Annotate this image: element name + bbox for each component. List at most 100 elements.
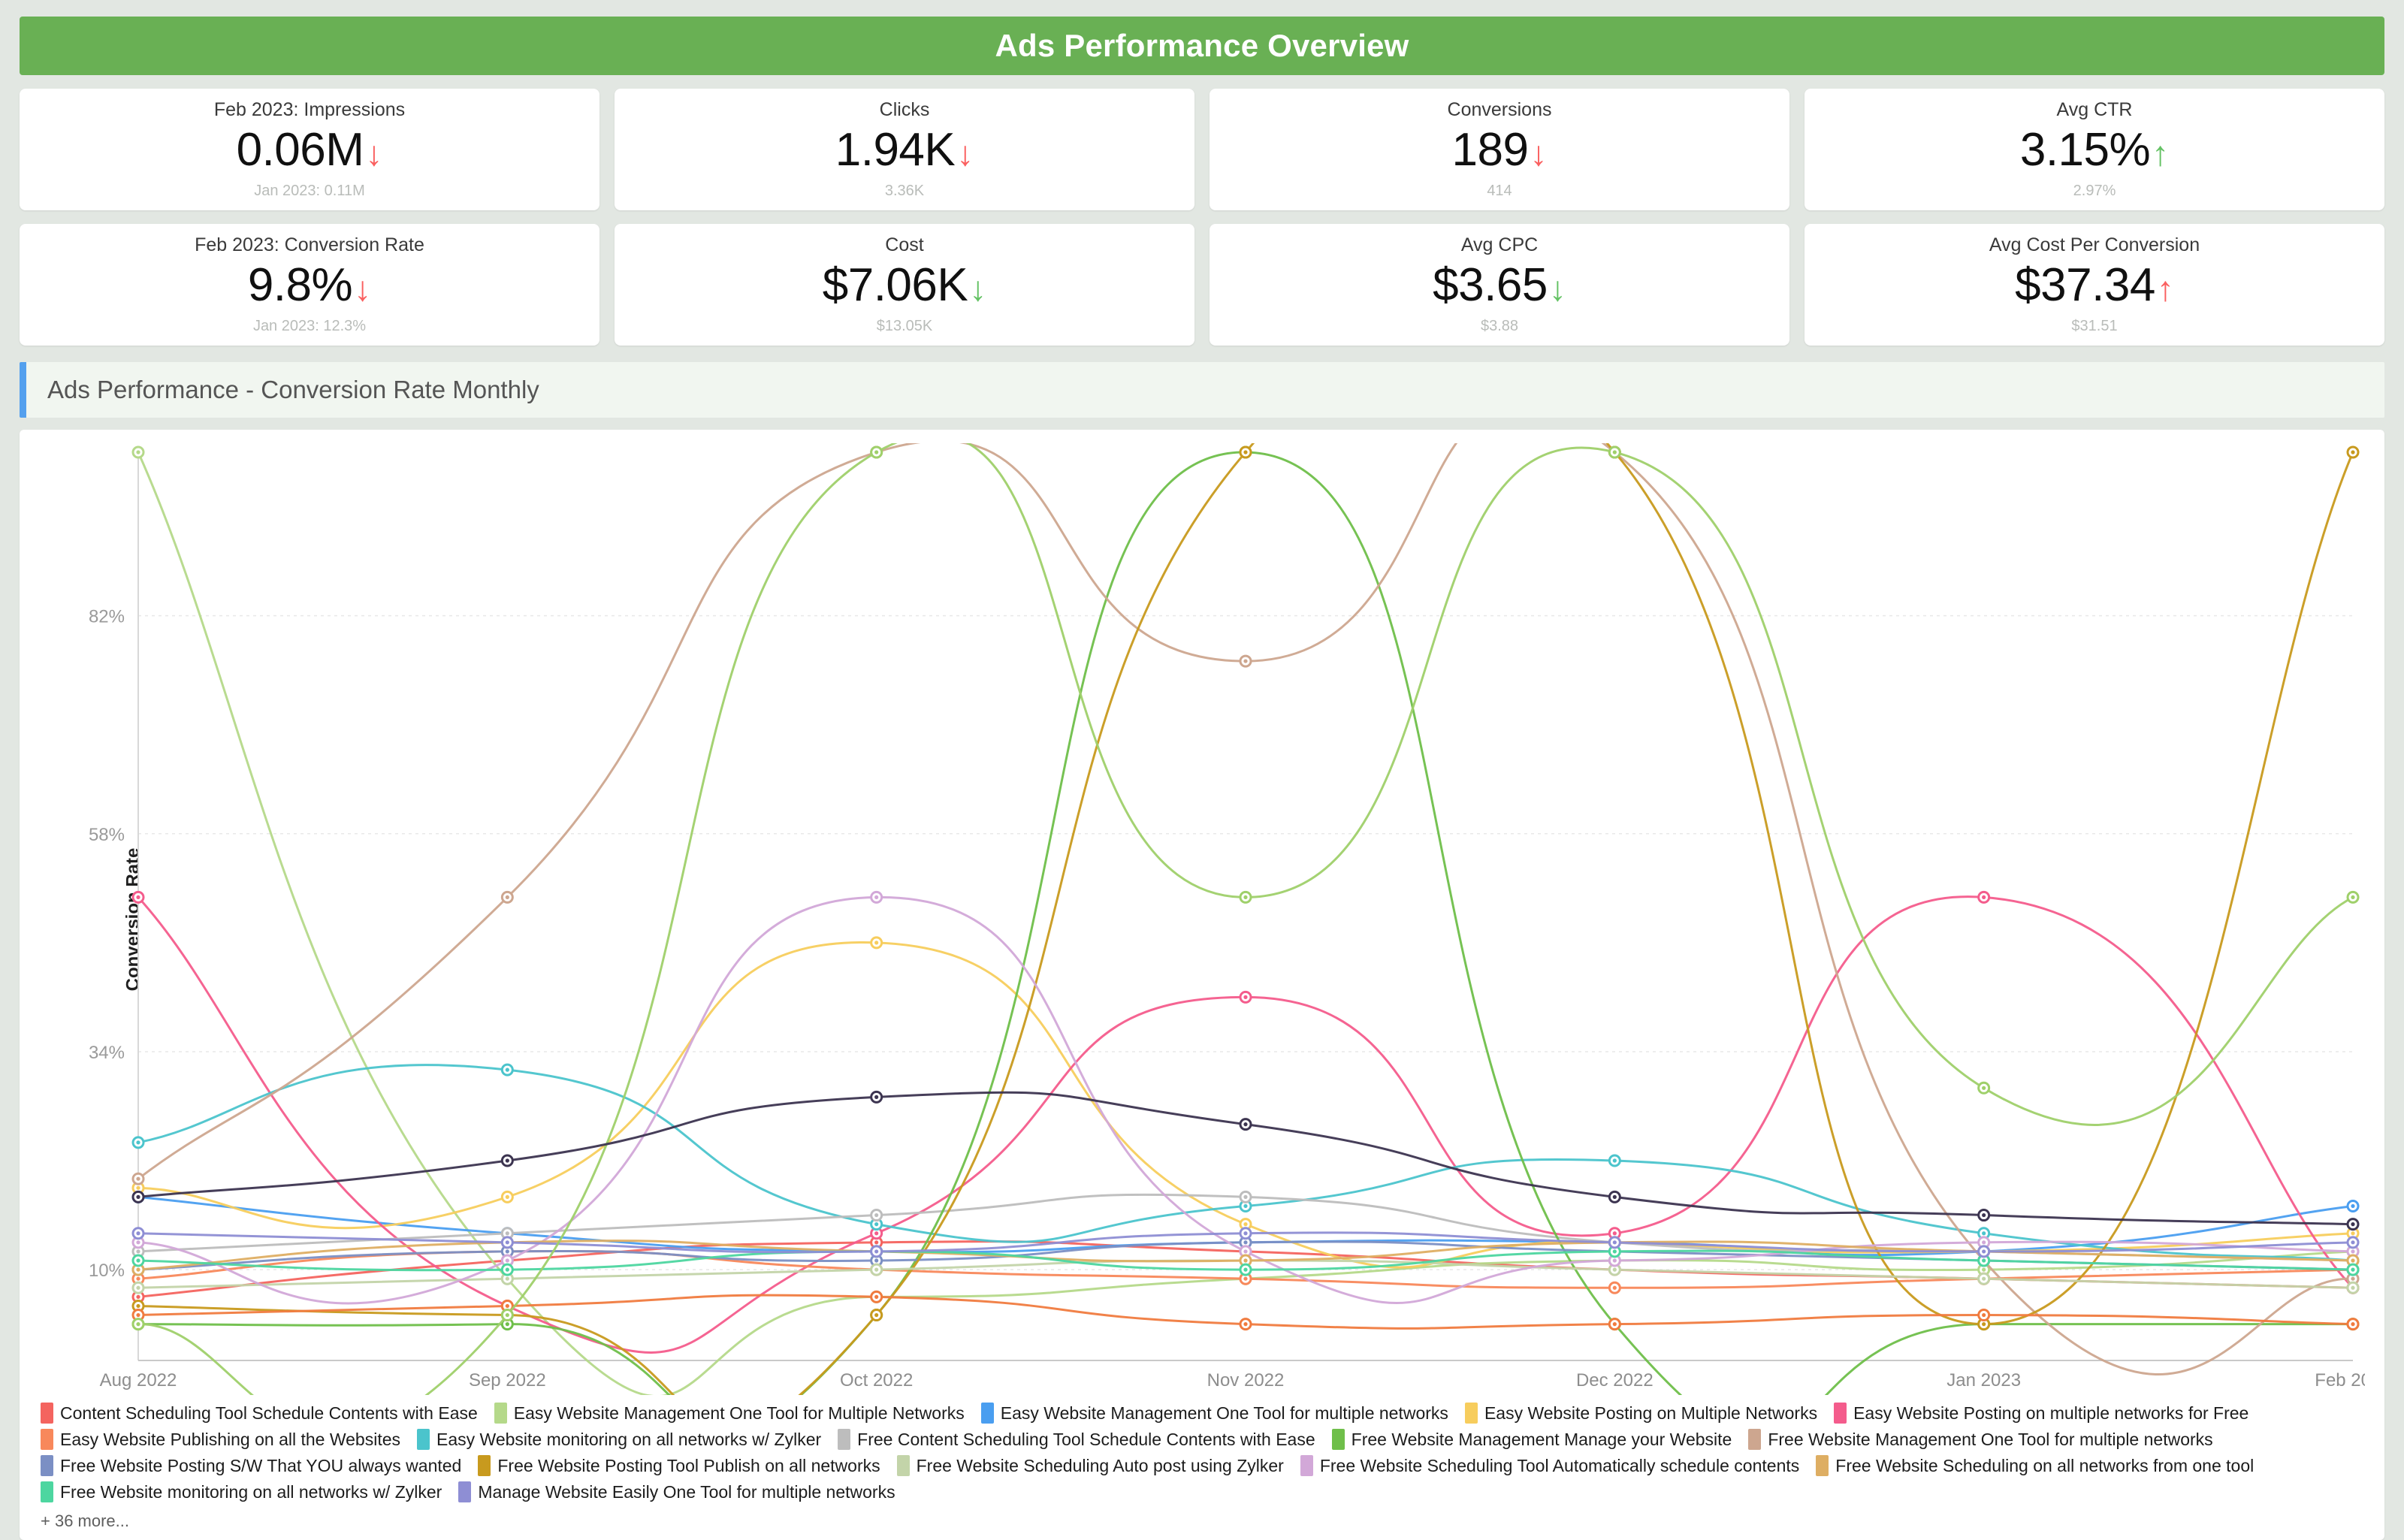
legend-item[interactable]: Free Website Management One Tool for mul… (1748, 1429, 2213, 1450)
trend-arrow-up-icon: ↑ (2156, 269, 2174, 308)
kpi-card[interactable]: Avg Cost Per Conversion $37.34 ↑ $31.51 (1805, 224, 2384, 346)
kpi-label: Avg Cost Per Conversion (1989, 234, 2200, 256)
trend-arrow-down-icon: ↓ (969, 269, 987, 308)
legend-color-swatch (41, 1481, 53, 1502)
dashboard-root: Ads Performance Overview Feb 2023: Impre… (0, 0, 2404, 1540)
kpi-value-row: $37.34 ↑ (2015, 261, 2174, 310)
kpi-card[interactable]: Avg CPC $3.65 ↓ $3.88 (1210, 224, 1789, 346)
legend-item[interactable]: Easy Website Posting on Multiple Network… (1464, 1403, 1818, 1424)
legend-item[interactable]: Free Website monitoring on all networks … (41, 1481, 442, 1502)
legend-label: Free Website Posting Tool Publish on all… (497, 1455, 880, 1475)
legend-color-swatch (980, 1403, 994, 1424)
legend-label: Content Scheduling Tool Schedule Content… (60, 1403, 478, 1423)
kpi-card[interactable]: Feb 2023: Impressions 0.06M ↓ Jan 2023: 0.1… (20, 89, 599, 210)
svg-text:34%: 34% (89, 1043, 125, 1063)
svg-text:Feb 2023: Feb 2023 (2315, 1370, 2365, 1391)
kpi-comparison-value: $13.05K (876, 317, 933, 334)
legend-color-swatch (1464, 1403, 1478, 1424)
legend-color-swatch (838, 1429, 851, 1450)
kpi-label: Clicks (879, 99, 930, 121)
kpi-value-row: $7.06K ↓ (823, 261, 987, 310)
kpi-card[interactable]: Conversions 189 ↓ 414 (1210, 89, 1789, 210)
svg-text:Dec 2022: Dec 2022 (1576, 1370, 1654, 1391)
svg-text:Oct 2022: Oct 2022 (840, 1370, 913, 1391)
kpi-card-grid: Feb 2023: Impressions 0.06M ↓ Jan 2023: 0.1… (20, 89, 2384, 346)
legend-item[interactable]: Easy Website Management One Tool for Mul… (494, 1403, 965, 1424)
legend-color-swatch (1748, 1429, 1762, 1450)
legend-item[interactable]: Free Content Scheduling Tool Schedule Co… (838, 1429, 1315, 1450)
kpi-value-row: $3.65 ↓ (1433, 261, 1566, 310)
legend-item[interactable]: Easy Website Management One Tool for mul… (980, 1403, 1448, 1424)
svg-text:58%: 58% (89, 825, 125, 845)
legend-label: Easy Website Posting on Multiple Network… (1484, 1403, 1818, 1423)
kpi-label: Avg CPC (1460, 234, 1539, 256)
chart-series[interactable] (131, 936, 2360, 1269)
legend-item[interactable]: Manage Website Easily One Tool for multi… (458, 1481, 895, 1502)
kpi-value-row: 3.15% ↑ (2020, 125, 2169, 174)
legend-item[interactable]: Free Website Posting S/W That YOU always… (41, 1455, 461, 1476)
kpi-label: Conversions (1447, 99, 1552, 121)
trend-arrow-up-icon: ↑ (2152, 134, 2170, 173)
legend-item[interactable]: Free Website Scheduling Auto post using … (896, 1455, 1284, 1476)
kpi-card[interactable]: Feb 2023: Conversion Rate 9.8% ↓ Jan 2023: … (20, 224, 599, 346)
trend-arrow-down-icon: ↓ (365, 134, 383, 173)
trend-arrow-down-icon: ↓ (1548, 269, 1566, 308)
chart-legend: Content Scheduling Tool Schedule Content… (39, 1395, 2365, 1531)
kpi-label: Feb 2023: Impressions (213, 99, 406, 121)
legend-item[interactable]: Free Website Scheduling on all networks … (1816, 1455, 2254, 1476)
legend-color-swatch (1816, 1455, 1829, 1476)
kpi-comparison-value: $31.51 (2071, 317, 2118, 334)
svg-text:Sep 2022: Sep 2022 (469, 1370, 546, 1391)
kpi-label: Cost (885, 234, 924, 256)
section-header: Ads Performance - Conversion Rate Monthl… (20, 362, 2384, 418)
svg-text:10%: 10% (89, 1261, 125, 1281)
legend-color-swatch (478, 1455, 491, 1476)
legend-color-swatch (41, 1403, 53, 1424)
kpi-value: $7.06K (822, 259, 968, 312)
legend-label: Free Website Management Manage your Webs… (1351, 1429, 1732, 1449)
kpi-comparison-value: 414 (1487, 182, 1512, 199)
legend-item[interactable]: Content Scheduling Tool Schedule Content… (41, 1403, 478, 1424)
legend-item[interactable]: Free Website Management Manage your Webs… (1331, 1429, 1732, 1450)
legend-label: Manage Website Easily One Tool for multi… (478, 1481, 895, 1502)
kpi-value: 3.15% (2019, 124, 2151, 177)
chart-panel: Conversion Rate 10% 34% 58% 82% Aug 2022 Sep … (20, 430, 2384, 1540)
legend-label: Free Website monitoring on all networks … (60, 1481, 442, 1502)
trend-arrow-down-icon: ↓ (1530, 134, 1548, 173)
kpi-value: 189 (1451, 124, 1529, 177)
legend-color-swatch (1834, 1403, 1847, 1424)
legend-label: Free Website Scheduling Auto post using … (916, 1455, 1284, 1475)
legend-label: Free Website Management One Tool for mul… (1768, 1429, 2213, 1449)
kpi-comparison-value: Jan 2023: 0.11M (254, 182, 365, 199)
chart-plot-area[interactable]: Conversion Rate 10% 34% 58% 82% Aug 2022 Sep … (39, 443, 2365, 1395)
kpi-value: $37.34 (2015, 259, 2155, 312)
kpi-card[interactable]: Avg CTR 3.15% ↑ 2.97% (1805, 89, 2384, 210)
legend-color-swatch (896, 1455, 910, 1476)
legend-color-swatch (41, 1429, 53, 1450)
legend-item[interactable]: Easy Website monitoring on all networks … (417, 1429, 821, 1450)
kpi-card[interactable]: Cost $7.06K ↓ $13.05K (615, 224, 1194, 346)
kpi-label: Avg CTR (2056, 99, 2133, 121)
legend-item[interactable]: Free Website Posting Tool Publish on all… (478, 1455, 880, 1476)
trend-arrow-down-icon: ↓ (354, 269, 372, 308)
legend-more-link[interactable]: + 36 more... (41, 1508, 2365, 1531)
svg-text:Aug 2022: Aug 2022 (100, 1370, 177, 1391)
svg-text:Jan 2023: Jan 2023 (1946, 1370, 2021, 1391)
kpi-comparison-value: Jan 2023: 12.3% (252, 317, 367, 334)
svg-text:82%: 82% (89, 607, 125, 627)
legend-item[interactable]: Easy Website Posting on multiple network… (1834, 1403, 2248, 1424)
line-chart-svg[interactable]: 10% 34% 58% 82% Aug 2022 Sep 2022 Oct 2022 Nov … (39, 443, 2365, 1395)
legend-color-swatch (458, 1481, 472, 1502)
kpi-card[interactable]: Clicks 1.94K ↓ 3.36K (615, 89, 1194, 210)
legend-item[interactable]: Free Website Scheduling Tool Automatical… (1300, 1455, 1799, 1476)
kpi-value: 9.8% (247, 259, 353, 312)
legend-color-swatch (417, 1429, 430, 1450)
legend-label: Free Website Scheduling on all networks … (1835, 1455, 2255, 1475)
kpi-comparison-value: 3.36K (884, 182, 925, 199)
kpi-comparison-value: $3.88 (1480, 317, 1519, 334)
kpi-value-row: 9.8% ↓ (248, 261, 371, 310)
page-title: Ads Performance Overview (995, 28, 1409, 63)
legend-label: Easy Website monitoring on all networks … (436, 1429, 822, 1449)
legend-item[interactable]: Easy Website Publishing on all the Websi… (41, 1429, 400, 1450)
legend-label: Free Content Scheduling Tool Schedule Co… (857, 1429, 1315, 1449)
